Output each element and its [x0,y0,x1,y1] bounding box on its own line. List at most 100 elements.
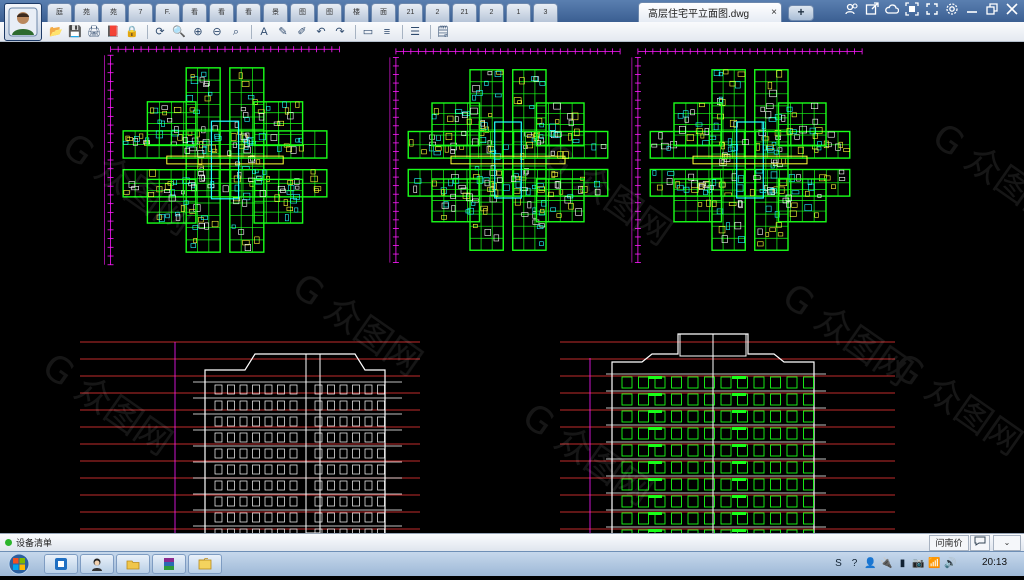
user-avatar[interactable] [4,3,42,41]
document-tab[interactable]: 2 [425,3,450,22]
window [339,480,348,491]
document-tab[interactable]: 21 [398,3,423,22]
tray-icon[interactable]: 📶 [928,555,941,572]
print-icon[interactable]: 🖨 [86,24,102,40]
window [786,461,798,474]
document-tab[interactable]: 面 [371,3,396,22]
pdf-export-icon[interactable]: 📕 [105,24,121,40]
fixture [698,103,705,108]
window [339,432,348,443]
fixture [815,127,823,134]
windows-start-icon[interactable] [4,553,36,575]
window [339,448,348,459]
avatar-app-icon[interactable] [80,554,114,574]
tray-icon[interactable]: 🔌 [880,555,893,572]
document-tab[interactable]: F. [155,3,180,22]
open-folder-icon[interactable]: 📂 [48,24,64,40]
toolbar-separator [355,24,356,39]
close-tab-icon[interactable]: × [767,7,781,18]
document-tab[interactable]: 看 [182,3,207,22]
pencil-icon[interactable]: ✎ [275,24,291,40]
scan-icon[interactable] [903,2,920,20]
winrar-icon[interactable] [152,554,186,574]
collapse-button[interactable]: ⌄ [993,535,1021,551]
redo-icon[interactable]: ↷ [332,24,348,40]
fullscreen-icon[interactable] [923,2,940,20]
text-icon[interactable]: A [256,24,272,40]
window [214,512,223,523]
document-tab[interactable]: 看 [236,3,261,22]
minimize-icon[interactable] [963,2,980,20]
window [314,448,323,459]
document-tab[interactable]: 庭 [47,3,72,22]
undo-icon[interactable]: ↶ [313,24,329,40]
document-tab[interactable]: 3 [533,3,558,22]
window [770,393,781,406]
document-tab[interactable]: 1 [506,3,531,22]
document-tab[interactable]: 2 [479,3,504,22]
help-button[interactable]: 问南价 [929,535,969,551]
people-icon[interactable] [843,2,860,20]
fixture [765,111,772,119]
layers-icon[interactable]: ☰ [407,24,423,40]
drawing-canvas[interactable]: G 众图网 G 众图网 G 众图网 G 众图网 G 众图网 G 众图网 G 众图… [0,42,1024,533]
lock-icon[interactable]: 🔒 [124,24,140,40]
window [289,400,298,411]
tray-icon[interactable]: 👤 [864,555,877,572]
settings-icon[interactable] [943,2,960,20]
window [671,512,682,525]
share-icon[interactable] [863,2,880,20]
active-document-tab[interactable]: 高层住宅平立面图.dwg × [638,2,782,22]
measure-icon[interactable]: ▭ [360,24,376,40]
tray-icon[interactable]: S [832,555,845,572]
window [352,432,360,443]
document-tab[interactable]: 图 [290,3,315,22]
new-tab-button[interactable]: + [788,5,814,21]
fixture [814,212,819,218]
close-icon[interactable] [1003,2,1020,20]
fixture [816,146,822,151]
zoom-out-icon[interactable]: ⊖ [209,24,225,40]
document-tab[interactable]: 苑 [74,3,99,22]
status-text[interactable]: 设备清单 [16,536,52,549]
document-tab[interactable]: 看 [209,3,234,22]
zoom-extents-icon[interactable]: ⌕ [228,24,244,40]
document-tab[interactable]: 7 [128,3,153,22]
document-tab[interactable]: 苑 [101,3,126,22]
document-tab[interactable]: 楼 [344,3,369,22]
tray-icon[interactable]: 🔊 [944,555,957,572]
measure-area-icon[interactable]: ≡ [379,24,395,40]
tray-icon[interactable]: ▮ [896,555,909,572]
explorer-icon[interactable] [116,554,150,574]
window [214,432,223,443]
window [339,464,348,475]
window [671,444,682,457]
folder-icon[interactable] [188,554,222,574]
document-tab[interactable]: 图 [317,3,342,22]
svg-text:G 众图网: G 众图网 [925,116,1024,234]
tray-icon[interactable]: ? [848,555,861,572]
window [753,512,765,525]
window [214,416,223,427]
app-blue-icon[interactable] [44,554,78,574]
cloud-icon[interactable] [883,2,900,20]
document-tab[interactable]: 21 [452,3,477,22]
fixture [451,205,456,212]
window [214,448,223,459]
window [214,496,223,507]
fixture [201,126,206,134]
fixture [553,102,561,110]
clock[interactable]: 20:13 [982,557,1007,568]
fixture [277,145,282,152]
rotate-view-icon[interactable]: ⟳ [152,24,168,40]
document-icon[interactable]: 🗒 [435,24,451,40]
zoom-window-icon[interactable]: 🔍 [171,24,187,40]
save-icon[interactable]: 💾 [67,24,83,40]
chat-icon[interactable] [970,535,990,551]
document-tab[interactable]: 景 [263,3,288,22]
restore-icon[interactable] [983,2,1000,20]
highlighter-icon[interactable]: ✐ [294,24,310,40]
tray-icon[interactable]: 📷 [912,555,925,572]
zoom-in-icon[interactable]: ⊕ [190,24,206,40]
fixture [470,107,478,115]
